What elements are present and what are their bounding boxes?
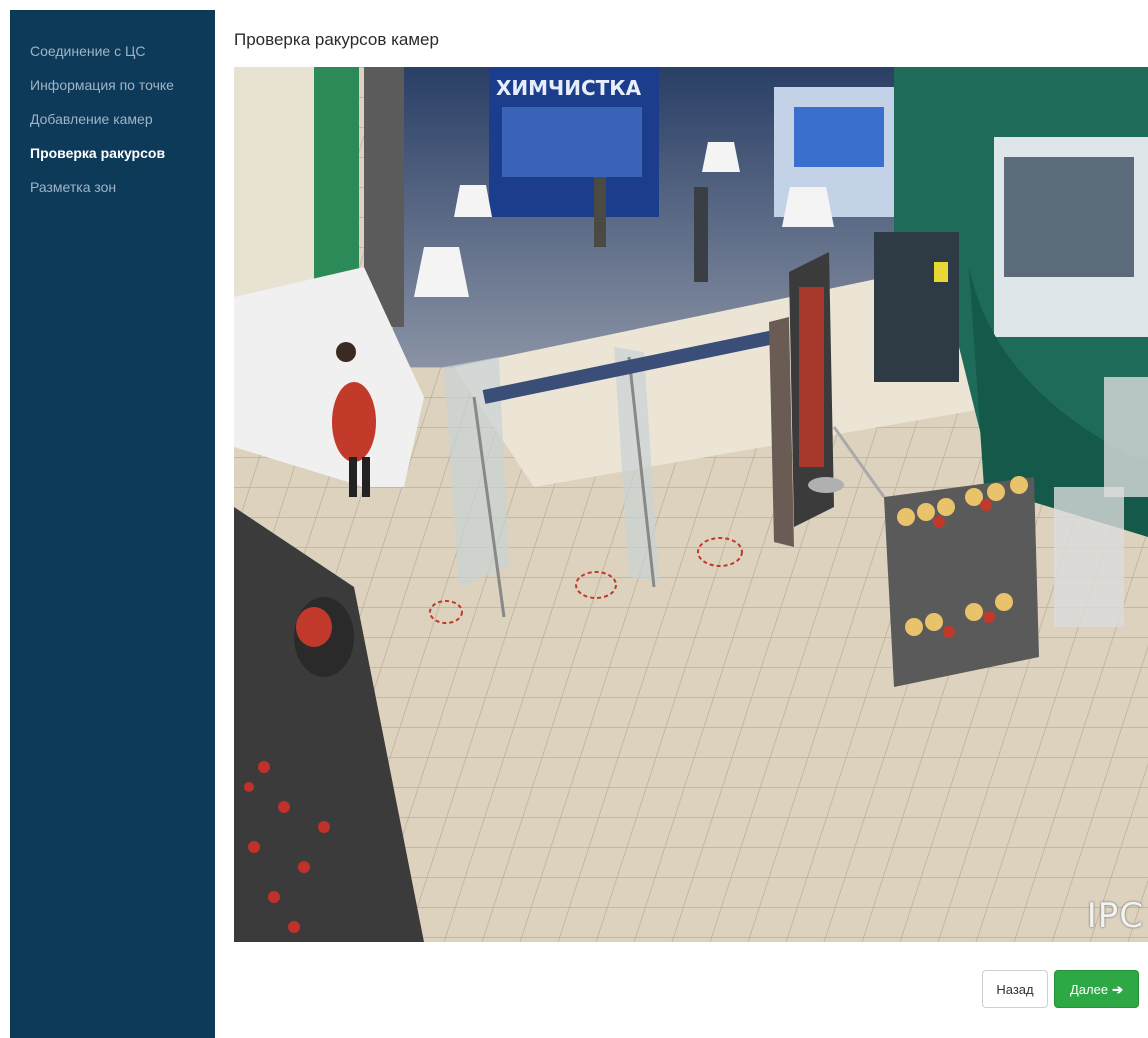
arrow-right-icon: ➔ [1112,982,1123,997]
sidebar-item-check-angles[interactable]: Проверка ракурсов [10,136,215,170]
sidebar-menu: Соединение с ЦС Информация по точке Доба… [10,10,215,204]
page-title: Проверка ракурсов камер [234,30,439,49]
sidebar-item-connection[interactable]: Соединение с ЦС [10,34,215,68]
next-button[interactable]: Далее ➔ [1054,970,1139,1008]
sidebar: Соединение с ЦС Информация по точке Доба… [10,10,215,1038]
camera-overlay-label: IPC [1086,896,1144,936]
store-sign: ХИМЧИСТКА [496,76,642,100]
sidebar-item-zone-markup[interactable]: Разметка зон [10,170,215,204]
camera-preview: ХИМЧИСТКА IPC [234,67,1148,942]
sidebar-item-add-cameras[interactable]: Добавление камер [10,102,215,136]
back-button[interactable]: Назад [982,970,1048,1008]
camera-frame-image: ХИМЧИСТКА [234,67,1148,942]
back-button-label: Назад [996,982,1034,997]
next-button-label: Далее [1070,982,1109,997]
sidebar-item-point-info[interactable]: Информация по точке [10,68,215,102]
